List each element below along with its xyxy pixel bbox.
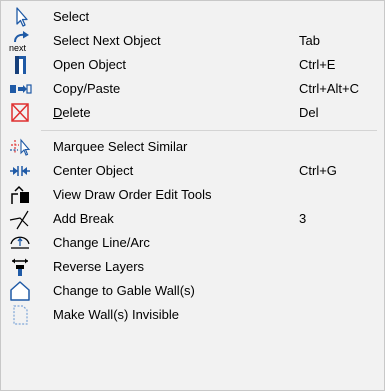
menu-item-select-next-object[interactable]: next Select Next Object Tab [1, 29, 384, 53]
menu-item-label: Make Wall(s) Invisible [53, 307, 179, 322]
menu-item-select[interactable]: Select [1, 5, 384, 29]
menu-item-shortcut: Ctrl+E [299, 57, 336, 72]
menu-item-label: Select Next Object [53, 33, 161, 48]
menu-item-label: Delete [53, 105, 91, 120]
menu-item-label: Add Break [53, 211, 114, 226]
menu-item-open-object[interactable]: Open Object Ctrl+E [1, 53, 384, 77]
invisible-wall-icon [8, 304, 32, 326]
menu-item-shortcut: 3 [299, 211, 307, 226]
menu-item-label: View Draw Order Edit Tools [53, 187, 212, 202]
menu-item-shortcut: Ctrl+Alt+C [299, 81, 359, 96]
menu-item-center-object[interactable]: Center Object Ctrl+G [1, 159, 384, 183]
menu-item-change-to-gable-walls[interactable]: Change to Gable Wall(s) [1, 279, 384, 303]
menu-item-make-walls-invisible[interactable]: Make Wall(s) Invisible [1, 303, 384, 327]
draw-order-icon [8, 184, 32, 206]
menu-item-change-line-arc[interactable]: Change Line/Arc [1, 231, 384, 255]
menu-item-marquee-select-similar[interactable]: Marquee Select Similar [1, 135, 384, 159]
reverse-layers-icon [8, 256, 32, 278]
menu-item-label: Open Object [53, 57, 126, 72]
menu-item-label: Change to Gable Wall(s) [53, 283, 195, 298]
marquee-select-icon [8, 136, 32, 158]
open-object-icon [8, 54, 32, 76]
menu-item-add-break[interactable]: Add Break 3 [1, 207, 384, 231]
center-object-icon [8, 160, 32, 182]
menu-item-label: Select [53, 9, 90, 24]
menu-separator [41, 130, 377, 131]
menu-item-copy-paste[interactable]: Copy/Paste Ctrl+Alt+C [1, 77, 384, 101]
svg-text:next: next [9, 43, 27, 52]
copy-paste-icon [8, 78, 32, 100]
line-arc-icon [8, 232, 32, 254]
menu-item-label: Change Line/Arc [53, 235, 150, 250]
menu-item-reverse-layers[interactable]: Reverse Layers [1, 255, 384, 279]
gable-wall-icon [8, 280, 32, 302]
menu-item-shortcut: Tab [299, 33, 320, 48]
context-menu: Select next Select Next Object Tab Open … [0, 0, 385, 391]
mnemonic-letter: D [53, 105, 63, 120]
add-break-icon [8, 208, 32, 230]
menu-item-label: Reverse Layers [53, 259, 145, 274]
menu-item-delete[interactable]: Delete Del [1, 101, 384, 125]
menu-item-label: Center Object [53, 163, 134, 178]
delete-icon [8, 102, 32, 124]
select-arrow-icon [8, 6, 32, 28]
next-icon: next [8, 30, 32, 52]
menu-item-label: Marquee Select Similar [53, 139, 188, 154]
menu-item-label: Copy/Paste [53, 81, 121, 96]
menu-item-view-draw-order-edit-tools[interactable]: View Draw Order Edit Tools [1, 183, 384, 207]
menu-item-shortcut: Del [299, 105, 319, 120]
menu-item-shortcut: Ctrl+G [299, 163, 337, 178]
